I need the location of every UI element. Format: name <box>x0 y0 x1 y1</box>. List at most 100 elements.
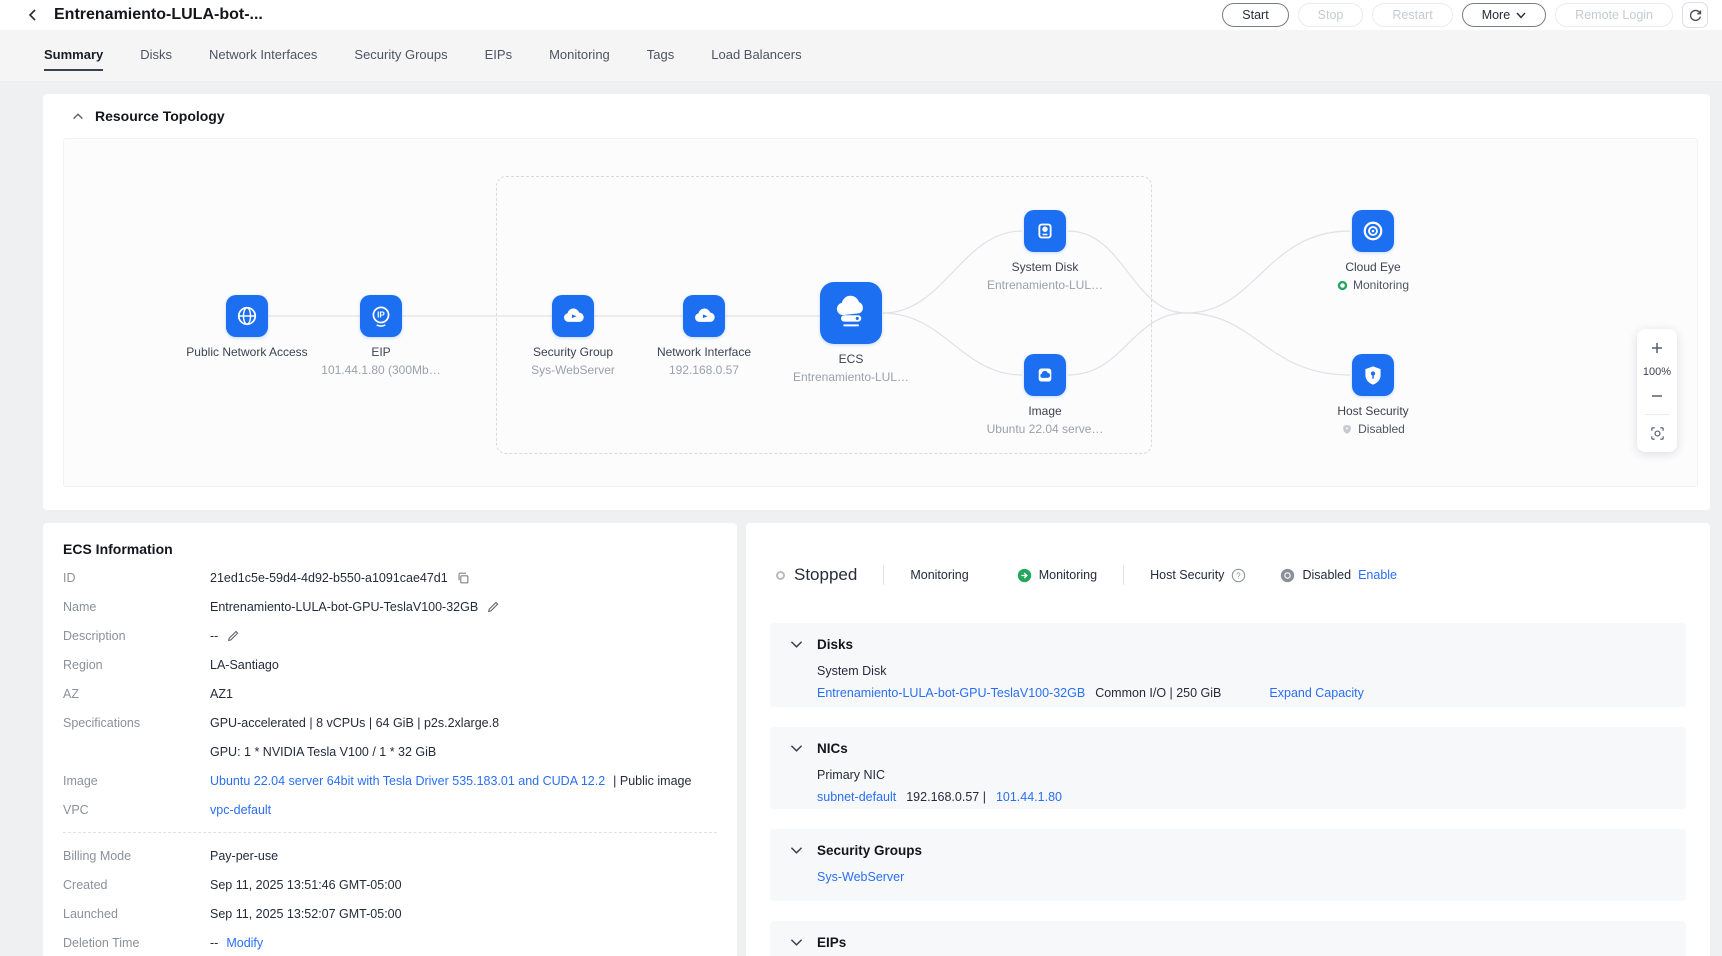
node-image-button[interactable] <box>1024 354 1066 396</box>
info-row-vpc: VPC vpc-default <box>63 795 717 824</box>
node-system-disk-button[interactable] <box>1024 210 1066 252</box>
info-row-specifications-gpu: GPU: 1 * NVIDIA Tesla V100 / 1 * 32 GiB <box>63 737 717 766</box>
eip-ip-icon: IP <box>368 303 394 329</box>
enable-host-security-link[interactable]: Enable <box>1358 568 1397 582</box>
image-icon <box>1032 362 1058 388</box>
tab-bar: Summary Disks Network Interfaces Securit… <box>0 30 1722 82</box>
info-row-created: Created Sep 11, 2025 13:51:46 GMT-05:00 <box>63 870 717 899</box>
node-sublabel: Disabled <box>1341 422 1405 436</box>
billing-mode-value: Pay-per-use <box>210 849 278 863</box>
node-cloud-eye: Cloud Eye Monitoring <box>1283 210 1463 292</box>
monitoring-status-text: Monitoring <box>1039 568 1097 582</box>
zoom-in-button[interactable] <box>1646 339 1668 357</box>
refresh-button[interactable] <box>1682 2 1708 28</box>
eips-section-title: EIPs <box>817 935 846 950</box>
more-button[interactable]: More <box>1462 3 1546 27</box>
refresh-icon <box>1688 8 1703 23</box>
system-disk-link[interactable]: Entrenamiento-LULA-bot-GPU-TeslaV100-32G… <box>817 686 1085 700</box>
host-security-label-group: Host Security ? <box>1150 568 1246 583</box>
modify-deletion-time-link[interactable]: Modify <box>226 936 263 950</box>
node-system-disk: System Disk Entrenamiento-LUL… <box>955 210 1135 292</box>
deletion-time-value: -- <box>210 936 218 950</box>
ecs-cloud-server-icon <box>831 293 871 333</box>
copy-id-button[interactable] <box>456 571 470 585</box>
chevron-down-icon <box>1516 12 1526 19</box>
node-cloud-eye-button[interactable] <box>1352 210 1394 252</box>
nics-section: NICs Primary NIC subnet-default 192.168.… <box>770 727 1686 809</box>
stop-button[interactable]: Stop <box>1298 3 1364 27</box>
field-label: ID <box>63 571 210 585</box>
info-row-region: Region LA-Santiago <box>63 650 717 679</box>
cloud-eye-status-text: Monitoring <box>1353 278 1409 292</box>
zoom-out-button[interactable] <box>1646 387 1668 405</box>
tab-tags[interactable]: Tags <box>647 41 674 71</box>
node-sublabel: Ubuntu 22.04 serve… <box>987 422 1104 436</box>
monitoring-agent-icon <box>1017 568 1032 583</box>
az-value: AZ1 <box>210 687 233 701</box>
fit-screen-button[interactable] <box>1646 424 1668 442</box>
tab-eips[interactable]: EIPs <box>485 41 512 71</box>
back-button[interactable] <box>22 4 44 26</box>
nic-eip-link[interactable]: 101.44.1.80 <box>996 790 1062 804</box>
tab-network-interfaces[interactable]: Network Interfaces <box>209 41 317 71</box>
subnet-link[interactable]: subnet-default <box>817 790 896 804</box>
cloud-security-group-icon <box>560 303 587 330</box>
page-title: Entrenamiento-LULA-bot-... <box>54 6 263 24</box>
info-row-az: AZ AZ1 <box>63 679 717 708</box>
monitoring-status-dot-icon <box>1337 280 1348 291</box>
more-button-label: More <box>1482 8 1510 22</box>
svg-text:IP: IP <box>377 311 385 320</box>
security-groups-section-header[interactable]: Security Groups <box>790 843 1666 858</box>
vertical-divider <box>883 565 884 585</box>
start-button[interactable]: Start <box>1222 3 1288 27</box>
edit-name-button[interactable] <box>486 600 500 614</box>
primary-nic-label: Primary NIC <box>817 768 1666 782</box>
tab-summary[interactable]: Summary <box>44 41 103 71</box>
created-value: Sep 11, 2025 13:51:46 GMT-05:00 <box>210 878 402 892</box>
node-sublabel: Monitoring <box>1337 278 1409 292</box>
title-bar: Entrenamiento-LULA-bot-... Start Stop Re… <box>0 0 1722 30</box>
nics-section-header[interactable]: NICs <box>790 741 1666 756</box>
monitoring-label: Monitoring <box>910 568 968 582</box>
security-group-link[interactable]: Sys-WebServer <box>817 870 904 884</box>
node-network-interface-button[interactable] <box>683 295 725 337</box>
vpc-link[interactable]: vpc-default <box>210 803 271 817</box>
collapse-chevron-up-icon[interactable] <box>71 110 85 122</box>
security-groups-section-title: Security Groups <box>817 843 922 858</box>
tab-monitoring[interactable]: Monitoring <box>549 41 610 71</box>
instance-status: Stopped <box>776 565 857 585</box>
restart-button[interactable]: Restart <box>1372 3 1452 27</box>
instance-state-card: Stopped Monitoring Monitoring Host Secur… <box>746 523 1710 956</box>
tab-disks[interactable]: Disks <box>140 41 172 71</box>
help-icon[interactable]: ? <box>1231 568 1246 583</box>
info-row-specifications: Specifications GPU-accelerated | 8 vCPUs… <box>63 708 717 737</box>
node-ecs-button[interactable] <box>820 282 882 344</box>
pencil-icon <box>226 629 240 643</box>
disks-section: Disks System Disk Entrenamiento-LULA-bot… <box>770 623 1686 707</box>
svg-text:?: ? <box>1237 571 1242 580</box>
tab-security-groups[interactable]: Security Groups <box>354 41 447 71</box>
expand-capacity-link[interactable]: Expand Capacity <box>1269 686 1364 700</box>
field-label: Specifications <box>63 716 210 730</box>
eips-section-header[interactable]: EIPs <box>790 935 1666 950</box>
edit-description-button[interactable] <box>226 629 240 643</box>
node-eip-button[interactable]: IP <box>360 295 402 337</box>
remote-login-button[interactable]: Remote Login <box>1555 3 1673 27</box>
chevron-down-icon <box>790 744 803 753</box>
node-sublabel: Entrenamiento-LUL… <box>987 278 1103 292</box>
zoom-panel-divider <box>1645 414 1669 415</box>
tab-load-balancers[interactable]: Load Balancers <box>711 41 801 71</box>
node-host-security: Host Security Disabled <box>1283 354 1463 436</box>
node-security-group-button[interactable] <box>552 295 594 337</box>
node-label: ECS <box>839 352 864 366</box>
specifications-gpu-value: GPU: 1 * NVIDIA Tesla V100 / 1 * 32 GiB <box>210 745 436 759</box>
region-value: LA-Santiago <box>210 658 279 672</box>
name-value: Entrenamiento-LULA-bot-GPU-TeslaV100-32G… <box>210 600 478 614</box>
instance-status-text: Stopped <box>794 565 857 585</box>
image-link[interactable]: Ubuntu 22.04 server 64bit with Tesla Dri… <box>210 774 605 788</box>
disabled-status-icon <box>1280 568 1295 583</box>
field-label: Description <box>63 629 210 643</box>
disks-section-header[interactable]: Disks <box>790 637 1666 652</box>
node-host-security-button[interactable] <box>1352 354 1394 396</box>
node-public-network-access-button[interactable] <box>226 295 268 337</box>
